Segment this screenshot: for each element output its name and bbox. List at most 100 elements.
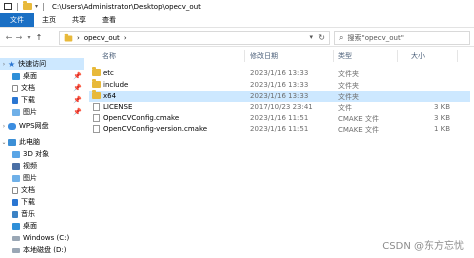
sidebar-item-documents-pc[interactable]: 文档 [12, 184, 35, 196]
video-icon [12, 162, 20, 170]
sidebar-item-label: 下载 [21, 198, 35, 206]
toolbar-divider [17, 2, 18, 11]
sidebar-item-label: 桌面 [23, 222, 37, 230]
search-placeholder: 搜索"opecv_out" [347, 34, 404, 42]
document-icon [12, 186, 18, 194]
address-dropdown-icon[interactable]: ▾ [309, 33, 313, 41]
watermark: CSDN @东方忘忧 [382, 241, 464, 252]
sidebar-item-desktop-pc[interactable]: 桌面 [12, 220, 37, 232]
file-row[interactable]: LICENSE 2017/10/23 23:41 文件 3 KB [89, 102, 470, 113]
picture-icon [12, 174, 20, 182]
sidebar-item-label: 文档 [21, 84, 35, 92]
up-arrow-icon[interactable]: ↑ [34, 33, 44, 42]
window-title: C:\Users\Administrator\Desktop\opecv_out [52, 2, 201, 11]
sidebar-item-downloads[interactable]: 下载 [12, 94, 35, 106]
drive-icon [12, 235, 20, 241]
sidebar-item-label: 快速访问 [18, 60, 47, 68]
search-input[interactable]: ⌕ 搜索"opecv_out" [334, 31, 470, 45]
picture-icon [12, 108, 20, 116]
column-header-size[interactable]: 大小 [411, 49, 425, 63]
sidebar-item-quick-access[interactable]: › ★ 快速访问 [0, 58, 84, 70]
file-name: OpenCVConfig-version.cmake [103, 125, 208, 133]
file-type: CMAKE 文件 [338, 115, 379, 123]
sidebar-item-3d-objects[interactable]: 3D 对象 [12, 148, 49, 160]
tab-home[interactable]: 主页 [34, 13, 64, 27]
music-icon [12, 210, 18, 218]
folder-icon [92, 90, 101, 99]
back-arrow-icon[interactable]: ← [4, 33, 14, 42]
sidebar-item-drive-c[interactable]: Windows (C:) [12, 232, 69, 244]
tab-file[interactable]: 文件 [0, 13, 34, 27]
sidebar-item-label: 音乐 [21, 210, 35, 218]
sidebar-item-label: 3D 对象 [23, 150, 50, 158]
file-row[interactable]: OpenCVConfig-version.cmake 2023/1/16 11:… [89, 124, 470, 135]
file-modified: 2023/1/16 13:33 [250, 69, 309, 77]
folder-icon [92, 79, 101, 88]
breadcrumb-separator: › [123, 34, 127, 42]
sidebar-item-label: 视频 [23, 162, 37, 170]
file-name: LICENSE [103, 103, 133, 111]
file-modified: 2023/1/16 13:33 [250, 92, 309, 100]
sidebar-item-desktop[interactable]: 桌面 [12, 70, 37, 82]
title-bar: ▾ C:\Users\Administrator\Desktop\opecv_o… [0, 0, 474, 13]
address-bar[interactable]: › opecv_out › ▾ ↻ [59, 31, 330, 45]
file-type: 文件夹 [338, 93, 359, 101]
file-name: OpenCVConfig.cmake [103, 114, 180, 122]
sidebar-item-downloads-pc[interactable]: 下载 [12, 196, 35, 208]
file-modified: 2023/1/16 11:51 [250, 114, 309, 122]
sidebar-item-label: WPS网盘 [19, 122, 49, 130]
expand-chevron-icon[interactable]: › [0, 61, 8, 68]
file-row[interactable]: include 2023/1/16 13:33 文件夹 [89, 79, 470, 91]
sidebar-item-wps-drive[interactable]: › WPS网盘 [0, 120, 49, 132]
column-header-modified[interactable]: 修改日期 [250, 49, 278, 63]
sidebar-item-documents[interactable]: 文档 [12, 82, 35, 94]
file-row-selected[interactable]: x64 2023/1/16 13:33 文件夹 [89, 90, 470, 102]
file-size: 1 KB [434, 125, 451, 133]
folder-icon [92, 67, 101, 76]
pin-icon: 📌 [73, 84, 82, 92]
breadcrumb-separator: › [77, 34, 80, 42]
column-divider[interactable] [457, 50, 458, 62]
tab-share[interactable]: 共享 [64, 13, 94, 27]
sidebar-item-pictures[interactable]: 图片 [12, 106, 37, 118]
file-row[interactable]: OpenCVConfig.cmake 2023/1/16 11:51 CMAKE… [89, 113, 470, 124]
sidebar-item-this-pc[interactable]: ⌄ 此电脑 [0, 136, 40, 148]
breadcrumb-folder[interactable]: opecv_out [84, 34, 120, 42]
forward-arrow-icon[interactable]: → [14, 33, 24, 42]
column-header-name[interactable]: 名称 [102, 49, 116, 63]
desktop-icon [12, 222, 20, 230]
cloud-icon [8, 122, 16, 130]
new-folder-icon[interactable] [23, 1, 32, 10]
sidebar-item-label: 图片 [23, 108, 37, 116]
file-type: 文件夹 [338, 82, 359, 90]
file-row[interactable]: etc 2023/1/16 13:33 文件夹 [89, 67, 470, 79]
computer-icon [8, 138, 16, 146]
file-icon [93, 125, 100, 133]
file-type: 文件夹 [338, 70, 359, 78]
recent-locations-icon[interactable]: ▾ [24, 34, 34, 41]
sidebar-item-music[interactable]: 音乐 [12, 208, 35, 220]
expand-chevron-icon[interactable]: ⌄ [0, 139, 8, 146]
column-divider[interactable] [333, 50, 334, 62]
file-name: etc [103, 69, 114, 77]
column-divider[interactable] [244, 50, 245, 62]
file-name: include [103, 81, 129, 89]
sidebar-item-drive-d[interactable]: 本地磁盘 (D:) [12, 244, 66, 256]
file-type: CMAKE 文件 [338, 126, 379, 134]
file-modified: 2017/10/23 23:41 [250, 103, 313, 111]
column-divider[interactable] [397, 50, 398, 62]
expand-chevron-icon[interactable]: › [0, 123, 8, 130]
file-icon [93, 103, 100, 111]
sidebar-item-pictures-pc[interactable]: 图片 [12, 172, 37, 184]
refresh-icon[interactable]: ↻ [318, 33, 325, 42]
file-modified: 2023/1/16 13:33 [250, 81, 309, 89]
file-type: 文件 [338, 104, 352, 112]
search-icon: ⌕ [339, 33, 344, 42]
sidebar-item-label: 下载 [21, 96, 35, 104]
column-header-type[interactable]: 类型 [338, 49, 352, 63]
sidebar-item-label: 桌面 [23, 72, 37, 80]
tab-view[interactable]: 查看 [94, 13, 124, 27]
customize-toolbar-icon[interactable]: ▾ [35, 3, 38, 10]
navigation-bar: ← → ▾ ↑ › opecv_out › ▾ ↻ ⌕ 搜索"opecv_out… [0, 27, 474, 47]
sidebar-item-videos[interactable]: 视频 [12, 160, 37, 172]
